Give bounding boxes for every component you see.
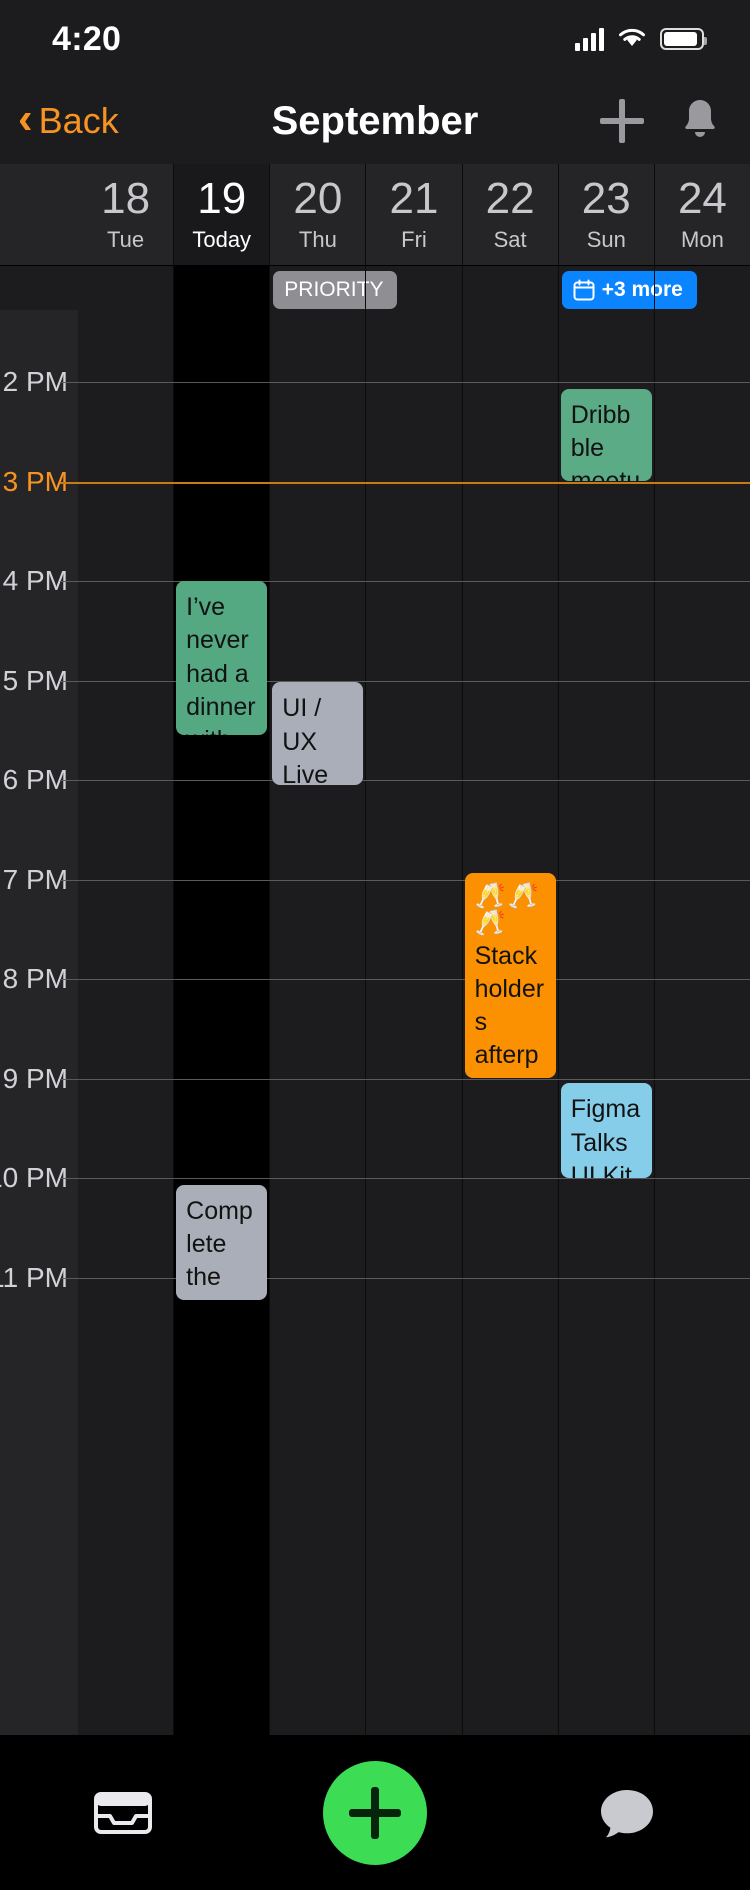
day-cell-18[interactable]: 18 Tue — [78, 164, 173, 265]
tab-bar — [0, 1735, 750, 1890]
calendar-event[interactable]: Dribbble meetup party, 23:00 — [560, 388, 652, 482]
hour-label: 5 PM — [2, 664, 68, 696]
event-title: I’ve never had a dinner with presidant — [186, 593, 256, 735]
hour-tick — [60, 581, 78, 582]
hour-tick — [60, 382, 78, 383]
hour-tick — [60, 1277, 78, 1279]
all-day-cell — [653, 266, 750, 310]
hour-label: 2 PM — [2, 366, 68, 397]
day-column[interactable] — [653, 310, 750, 1735]
battery-icon — [660, 28, 707, 50]
hour-tick — [60, 780, 78, 781]
hour-label: 3 PM — [2, 465, 68, 497]
nav-bar: ‹ Back September — [0, 78, 750, 164]
hour-label: 7 PM — [2, 863, 68, 895]
hour-tick — [60, 979, 78, 980]
day-label: Thu — [298, 226, 337, 252]
day-cell-19[interactable]: 19 Today — [173, 164, 270, 265]
day-cell-21[interactable]: 21 Fri — [365, 164, 461, 265]
all-day-cell: PRIORITY — [269, 266, 397, 310]
event-title: UI / UX Live Stream Video — [282, 694, 329, 785]
day-label: Mon — [681, 226, 724, 252]
status-bar: 4:20 — [0, 0, 750, 78]
plus-icon[interactable] — [600, 99, 644, 143]
day-columns: I’ve never had a dinner with presidant Co… — [78, 310, 750, 1735]
back-button[interactable]: ‹ Back — [18, 94, 119, 143]
day-column[interactable]: 🥂🥂🥂Stackholders afterparty, Sing a happy… — [461, 310, 558, 1735]
calendar-event[interactable]: Complete the Average Task — [176, 1184, 268, 1301]
hour-tick — [60, 1178, 78, 1179]
hour-label: 9 PM — [2, 1062, 68, 1094]
add-event-fab[interactable] — [322, 1760, 427, 1865]
hour-label: 11 PM — [0, 1261, 68, 1293]
all-day-cell: +3 more — [557, 266, 697, 310]
event-title: Complete the Average Task — [186, 1196, 253, 1300]
day-column[interactable]: UI / UX Live Stream Video — [269, 310, 365, 1735]
day-column[interactable] — [78, 310, 173, 1735]
all-day-row: PRIORITY +3 more — [0, 266, 750, 310]
day-number: 19 — [197, 173, 247, 223]
hour-gutter: 2 PM 3 PM 4 PM 5 PM 6 PM 7 PM 8 PM 9 PM 10 PM 11 … — [0, 310, 78, 1735]
calendar-event[interactable]: UI / UX Live Stream Video — [272, 682, 364, 785]
day-column[interactable]: Dribbble meetup party, 23:00 Figma Talks … — [557, 310, 654, 1735]
status-time: 4:20 — [52, 19, 122, 58]
calendar-event[interactable]: 🥂🥂🥂Stackholders afterparty, Sing a happy… — [464, 872, 556, 1079]
calendar-app: 4:20 ‹ Back September 18 Tue 19 Today 20 Thu 2… — [0, 0, 750, 1890]
day-number: 24 — [677, 173, 727, 223]
day-cell-23[interactable]: 23 Sun — [557, 164, 654, 265]
hour-label: 6 PM — [2, 764, 68, 795]
hour-label: 10 PM — [0, 1162, 68, 1193]
wifi-icon — [616, 25, 648, 54]
hour-label: 8 PM — [2, 963, 68, 994]
bell-icon[interactable] — [678, 96, 722, 147]
day-number: 20 — [293, 173, 343, 223]
plus-icon — [348, 1786, 401, 1839]
time-grid[interactable]: I’ve never had a dinner with presidant Co… — [0, 310, 750, 1735]
day-label: Today — [192, 226, 252, 252]
calendar-event[interactable]: Figma Talks UI Kit — [560, 1083, 652, 1178]
day-label: Fri — [401, 226, 427, 252]
day-cell-22[interactable]: 22 Sat — [461, 164, 558, 265]
event-title: Dribbble meetup party, 23:00 — [570, 400, 641, 482]
event-emoji: 🥂🥂🥂 — [474, 881, 541, 938]
day-cell-20[interactable]: 20 Thu — [269, 164, 365, 265]
chevron-left-icon: ‹ — [18, 94, 33, 143]
event-title: Stackholders afterparty, Sing a happy so… — [474, 941, 545, 1079]
inbox-icon[interactable] — [78, 1768, 168, 1858]
day-label: Sat — [493, 226, 527, 252]
day-label: Sun — [586, 226, 626, 252]
day-number: 18 — [101, 173, 151, 223]
chat-bubble-icon[interactable] — [582, 1768, 672, 1858]
all-day-cell — [78, 266, 173, 310]
calendar-icon — [573, 279, 595, 301]
cellular-signal-icon — [575, 27, 604, 51]
nav-actions — [600, 96, 722, 147]
hour-tick — [60, 1078, 78, 1080]
hour-tick — [60, 680, 78, 682]
day-cell-24[interactable]: 24 Mon — [653, 164, 750, 265]
back-label: Back — [38, 100, 119, 141]
hour-tick — [60, 879, 78, 881]
day-label: Tue — [107, 226, 145, 252]
day-number: 23 — [581, 173, 631, 223]
day-column[interactable] — [365, 310, 461, 1735]
event-title: Figma Talks UI Kit — [570, 1095, 641, 1178]
hour-tick — [60, 481, 78, 484]
all-day-cell — [173, 266, 270, 310]
day-strip: 18 Tue 19 Today 20 Thu 21 Fri 22 Sat 23 Sun 24 Mon — [0, 164, 750, 266]
day-number: 22 — [485, 173, 535, 223]
day-column[interactable]: I’ve never had a dinner with presidant Co… — [173, 310, 270, 1735]
calendar-event[interactable]: I’ve never had a dinner with presidant — [176, 581, 268, 736]
day-number: 21 — [389, 173, 439, 223]
all-day-cell — [365, 266, 461, 310]
status-indicators — [575, 25, 707, 54]
all-day-cell — [461, 266, 558, 310]
hour-label: 4 PM — [2, 565, 68, 596]
